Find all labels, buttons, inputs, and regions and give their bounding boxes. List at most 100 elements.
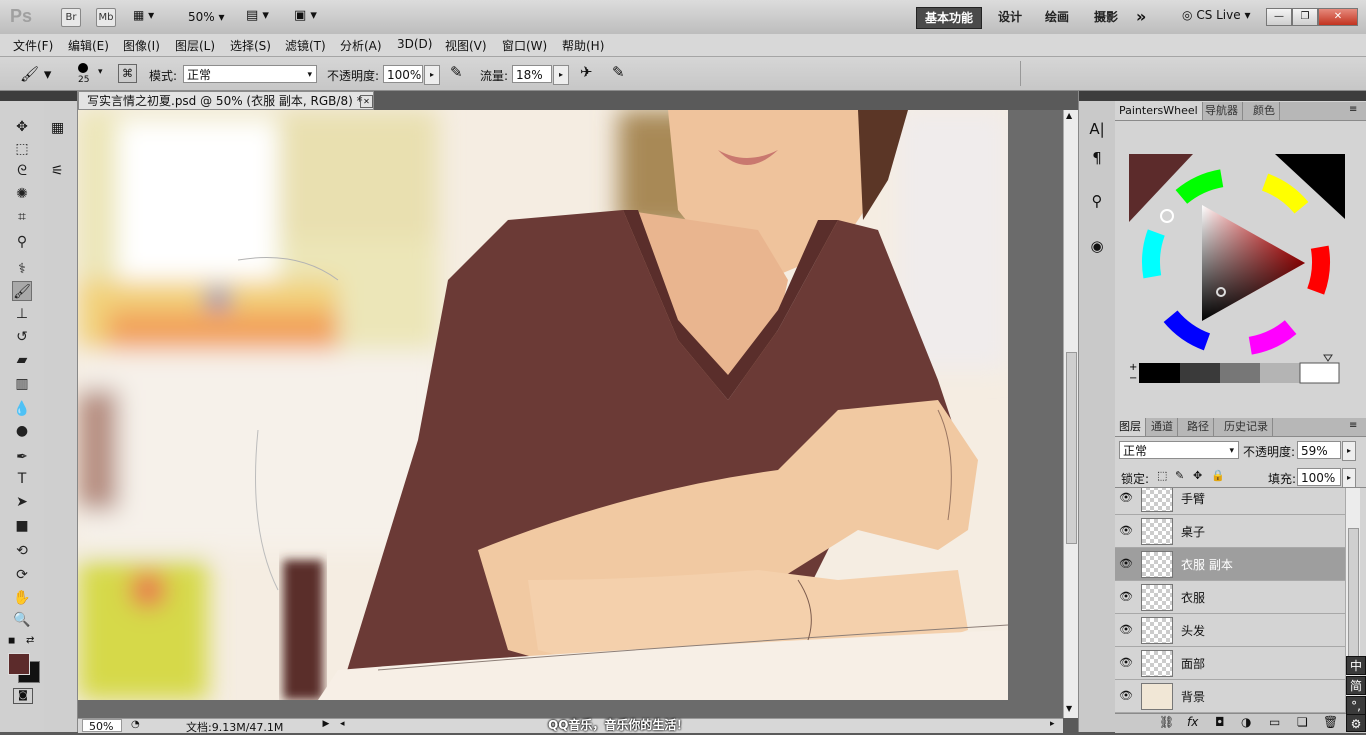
opacity-input[interactable]: 100% [383,65,423,83]
eraser-tool-icon[interactable]: ▰ [12,350,32,370]
dodge-tool-icon[interactable]: ● [12,421,32,441]
eye-icon[interactable]: 👁 [1119,689,1133,703]
layer-row-selected[interactable]: 👁 衣服 副本 [1115,548,1345,581]
character-panel-icon[interactable]: A| [1087,119,1107,139]
foreground-color-swatch[interactable] [8,653,30,675]
eye-icon[interactable]: 👁 [1119,524,1133,538]
layer-style-icon[interactable]: fx [1187,715,1198,729]
document-tab[interactable]: 写实言情之初夏.psd @ 50% (衣服 副本, RGB/8) * ✕ [78,91,374,110]
brush-panel-toggle-icon[interactable]: ⌘ [118,64,137,83]
tools-panel-header[interactable] [0,91,44,101]
fill-slider-toggle[interactable]: ▸ [1342,468,1356,488]
move-tool-icon[interactable]: ✥ [12,117,32,137]
paragraph-panel-icon[interactable]: ¶ [1087,148,1107,168]
blend-mode-select[interactable]: 正常 ▾ [1119,441,1239,459]
opacity-slider-toggle[interactable]: ▸ [424,65,440,85]
scroll-right-icon[interactable]: ▸ [1050,719,1055,729]
tab-layers[interactable]: 图层 [1115,418,1146,436]
workspace-photography[interactable]: 摄影 [1086,7,1126,27]
mode-select[interactable]: 正常 ▾ [183,65,317,83]
ime-simplified-toggle[interactable]: 简 [1346,676,1366,695]
layers-scroll-thumb[interactable] [1348,528,1359,670]
workspace-essentials[interactable]: 基本功能 [916,7,983,29]
3d-panel-icon[interactable]: ◉ [1087,236,1107,256]
status-info-icon[interactable]: ◔ [131,719,140,730]
link-layers-icon[interactable]: ⛓ [1159,715,1174,729]
tool-preset-picker[interactable]: 🖌 ▾ [20,65,51,83]
menu-edit[interactable]: 编辑(E) [68,37,109,54]
eye-icon[interactable]: 👁 [1119,491,1133,505]
ime-settings-icon[interactable]: ⚙ [1346,714,1366,732]
new-layer-icon[interactable]: ❏ [1297,715,1308,729]
crop-tool-icon[interactable]: ⌗ [12,207,32,227]
menu-layer[interactable]: 图层(L) [175,37,215,54]
scroll-up-icon[interactable]: ▲ [1066,111,1072,120]
ime-chinese-toggle[interactable]: 中 [1346,656,1366,675]
lock-all-icon[interactable]: 🔒 [1211,469,1225,482]
lock-position-icon[interactable]: ✥ [1193,469,1202,482]
artwork-canvas[interactable] [78,110,1008,700]
layer-row[interactable]: 👁 衣服 [1115,581,1345,614]
vertical-scroll-thumb[interactable] [1066,352,1077,544]
ime-punctuation-toggle[interactable]: °, [1346,696,1366,715]
menu-view[interactable]: 视图(V) [445,37,487,54]
layer-row[interactable]: 👁 面部 [1115,647,1345,680]
tab-paths[interactable]: 路径 [1183,418,1214,436]
workspace-painting[interactable]: 绘画 [1037,7,1077,27]
path-selection-tool-icon[interactable]: ➤ [12,492,32,512]
flow-input[interactable]: 18% [512,65,552,83]
zoom-tool-icon[interactable]: 🔍 [12,610,32,630]
history-brush-tool-icon[interactable]: ↺ [12,327,32,347]
eye-icon[interactable]: 👁 [1119,557,1133,571]
tab-channels[interactable]: 通道 [1147,418,1178,436]
lasso-tool-icon[interactable]: ᘓ [12,161,32,181]
workspace-design[interactable]: 设计 [990,7,1030,27]
eye-icon[interactable]: 👁 [1119,656,1133,670]
layer-row[interactable]: 👁 背景 [1115,680,1345,713]
vertical-scrollbar[interactable]: ▲ ▼ [1063,110,1078,718]
brush-tool-icon[interactable]: 🖌 [12,281,32,301]
mini-bridge-button[interactable]: Mb [96,8,116,27]
marquee-tool-icon[interactable]: ⬚ [12,139,32,159]
new-group-icon[interactable]: ▭ [1269,715,1280,729]
layer-row[interactable]: 👁 头发 [1115,614,1345,647]
layer-row[interactable]: 👁 桌子 [1115,515,1345,548]
painters-wheel[interactable]: + − [1115,121,1366,387]
menu-analysis[interactable]: 分析(A) [340,37,382,54]
lock-transparency-icon[interactable]: ⬚ [1157,469,1167,482]
clone-source-panel-icon[interactable]: ⚲ [1087,191,1107,211]
brush-presets-icon[interactable]: ▦ [51,120,69,136]
3d-rotate-tool-icon[interactable]: ⟲ [12,541,32,561]
arrange-documents-icon[interactable]: ▤ ▾ [246,8,269,23]
hand-tool-icon[interactable]: ✋ [12,588,32,608]
cs-live-button[interactable]: ◎ CS Live ▾ [1182,8,1250,22]
more-workspaces-icon[interactable]: » [1136,7,1146,26]
menu-3d[interactable]: 3D(D) [397,37,432,51]
status-menu-arrow[interactable]: ▶ [320,719,332,732]
menu-file[interactable]: 文件(F) [13,37,53,54]
quick-mask-icon[interactable]: ◙ [13,688,33,704]
tab-navigator[interactable]: 导航器 [1201,102,1243,120]
eyedropper-tool-icon[interactable]: ⚲ [12,232,32,252]
layer-opacity-slider-toggle[interactable]: ▸ [1342,441,1356,461]
status-zoom-input[interactable]: 50% [82,719,122,733]
restore-button[interactable]: ❐ [1292,8,1318,26]
pressure-size-icon[interactable]: ✎ [612,63,625,81]
swap-colors-icon[interactable]: ⇄ [26,635,34,646]
default-colors-icon[interactable]: ◼ [8,636,15,646]
close-button[interactable]: ✕ [1318,8,1358,26]
zoom-level-select[interactable]: 50% ▾ [188,10,225,24]
tab-painterswheel[interactable]: PaintersWheel [1115,102,1203,120]
3d-orbit-tool-icon[interactable]: ⟳ [12,565,32,585]
panels-header[interactable] [1115,91,1366,101]
secondary-panel-header[interactable] [44,91,77,101]
eye-icon[interactable]: 👁 [1119,623,1133,637]
menu-filter[interactable]: 滤镜(T) [285,37,326,54]
healing-brush-tool-icon[interactable]: ⚕ [12,259,32,279]
type-tool-icon[interactable]: T [12,469,32,489]
fill-input[interactable]: 100% [1297,468,1341,486]
add-mask-icon[interactable]: ◘ [1215,715,1225,729]
pen-tool-icon[interactable]: ✒ [12,447,32,467]
close-document-icon[interactable]: ✕ [360,95,373,108]
dock-header[interactable] [1079,91,1115,101]
